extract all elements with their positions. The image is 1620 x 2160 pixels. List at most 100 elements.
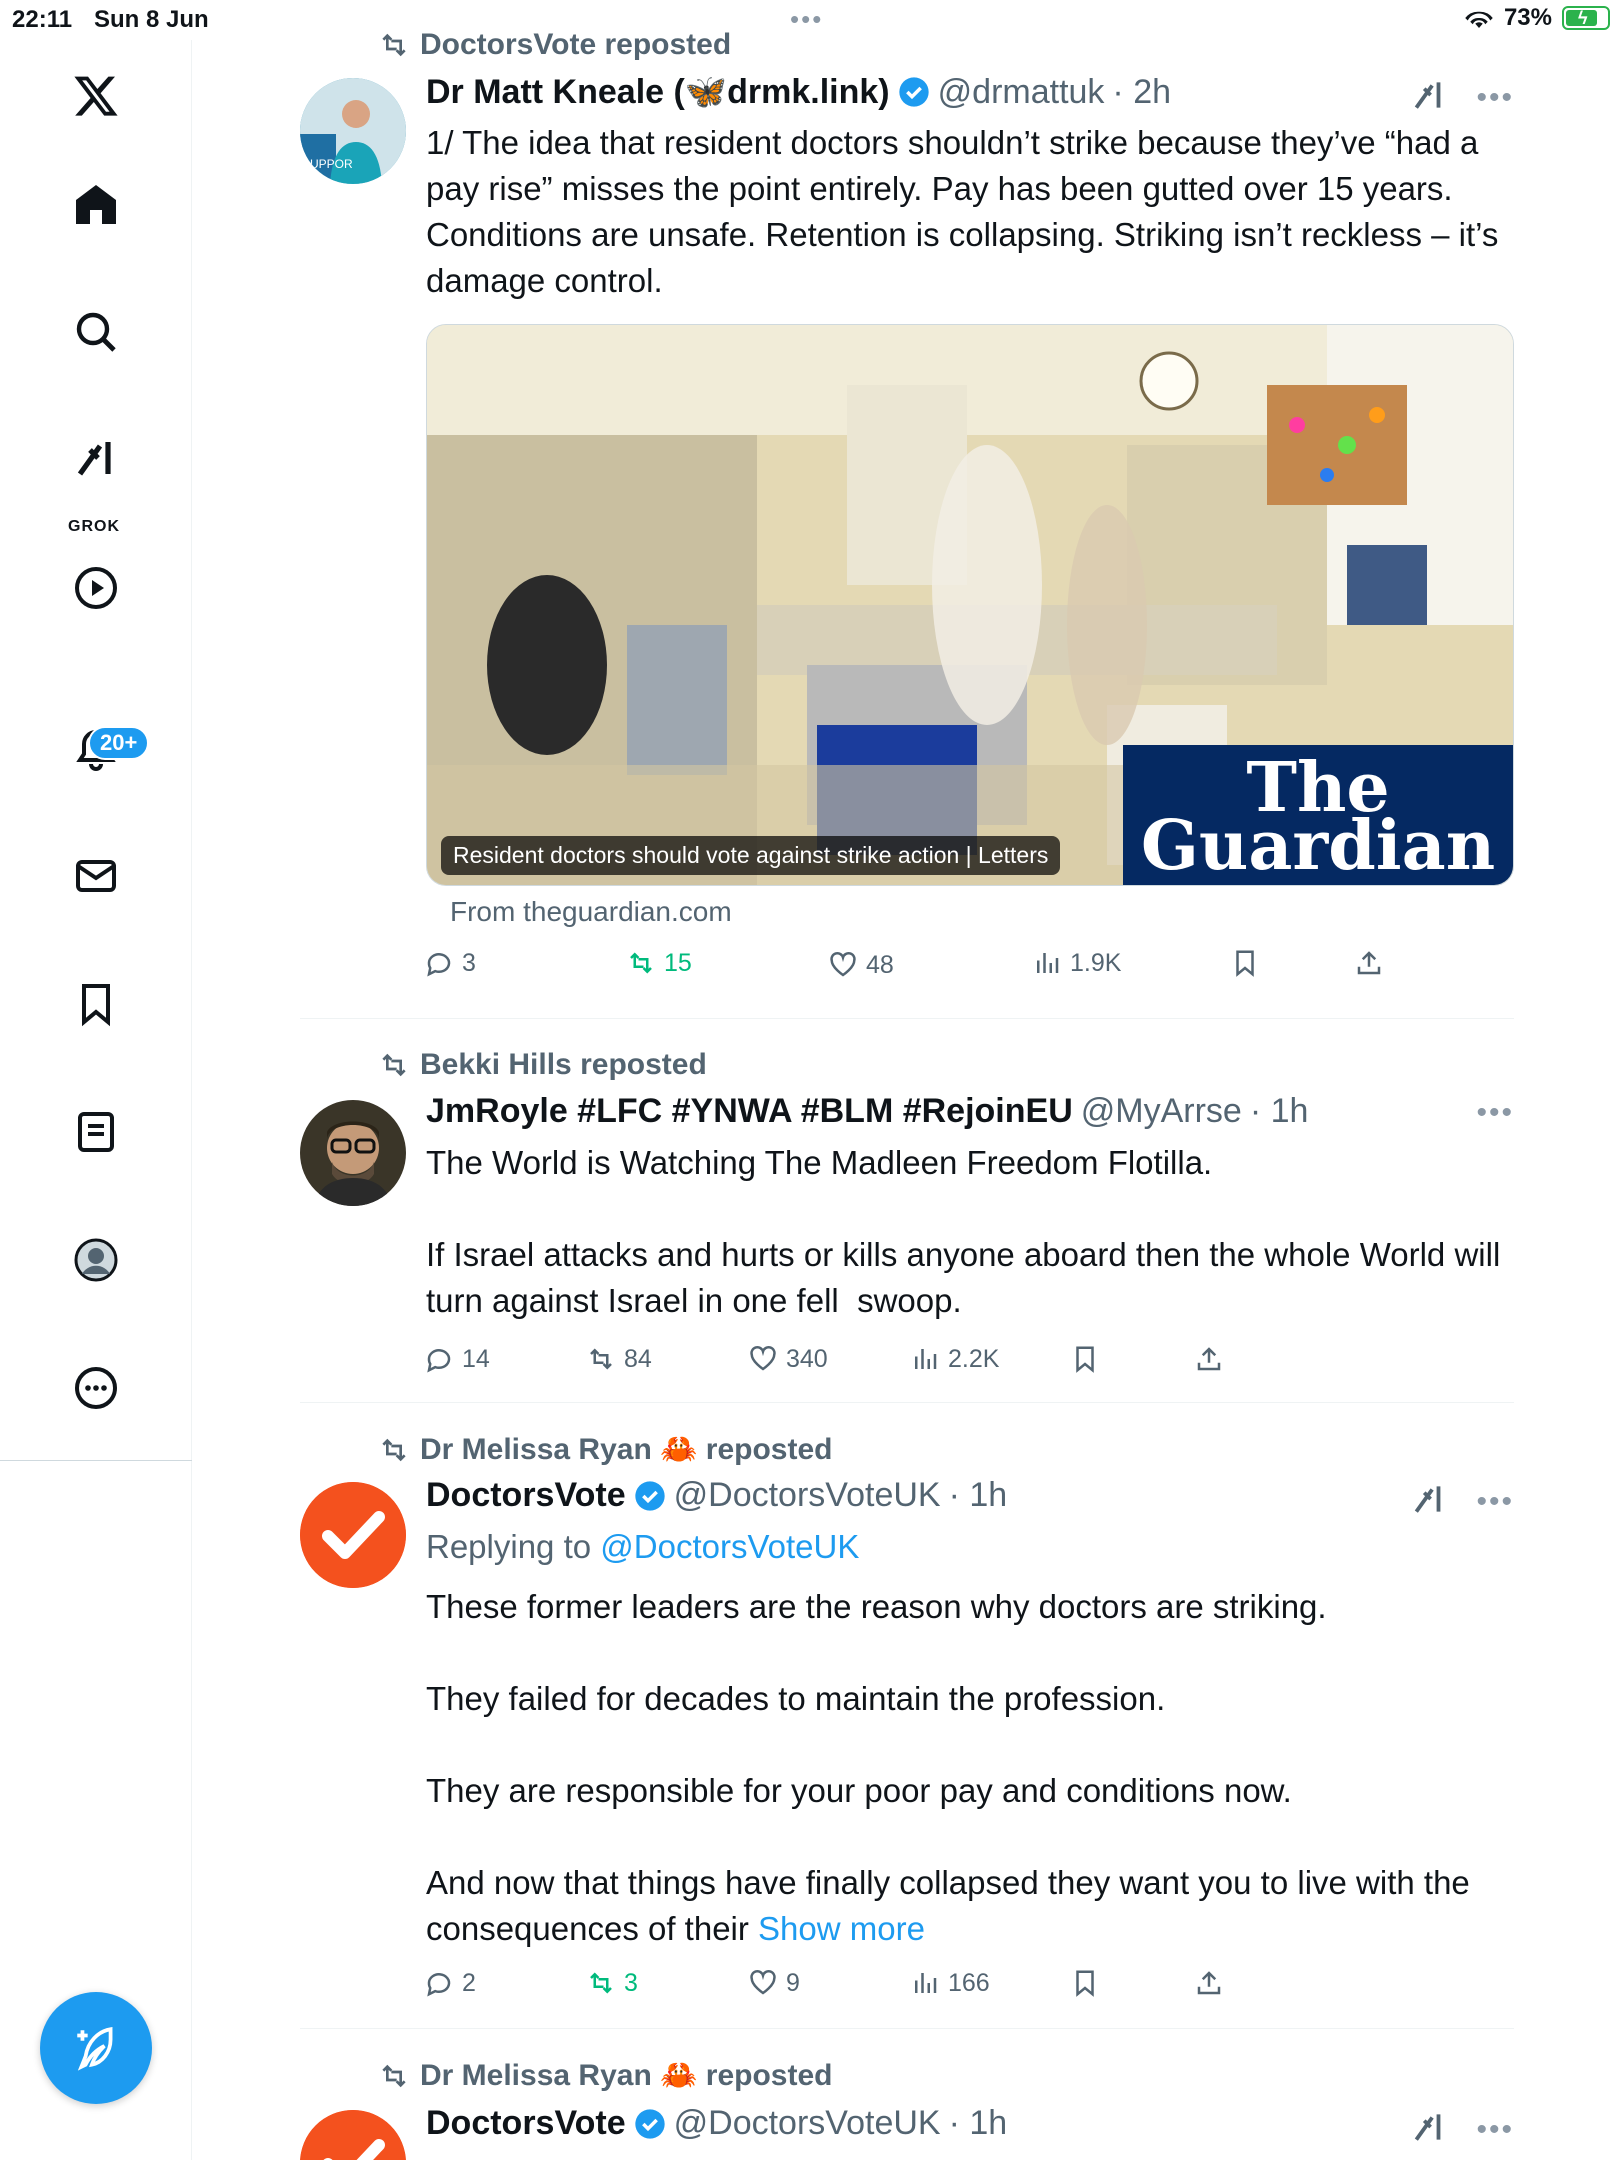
reply-button[interactable]: 14 <box>424 1344 490 1374</box>
like-button[interactable]: 9 <box>748 1968 800 1998</box>
card-caption: Resident doctors should vote against str… <box>441 836 1061 875</box>
views-icon <box>1037 953 1059 973</box>
reply-button[interactable]: 3 <box>424 948 476 978</box>
grok-icon[interactable] <box>64 426 128 490</box>
views-icon <box>915 1349 937 1369</box>
post-time[interactable]: · 1h <box>949 2104 1008 2143</box>
grok-explain-icon[interactable] <box>1410 1480 1448 1523</box>
repost-icon <box>590 1348 612 1370</box>
sidebar-divider <box>0 1460 192 1461</box>
views-icon <box>915 1973 937 1993</box>
grok-explain-icon[interactable] <box>1410 76 1448 119</box>
post-header: DoctorsVote @DoctorsVoteUK · 1h <box>426 1476 1007 1515</box>
messages-icon[interactable] <box>64 844 128 908</box>
views-button[interactable]: 2.2K <box>910 1344 999 1374</box>
views-button[interactable]: 166 <box>910 1968 990 1998</box>
status-time: 22:11 <box>12 6 73 33</box>
more-options-icon[interactable]: ••• <box>1476 1485 1514 1519</box>
bookmark-icon <box>1076 1346 1094 1373</box>
repost-count: 3 <box>624 1968 638 1997</box>
post-actions-top: ••• <box>1410 76 1514 119</box>
share-button[interactable] <box>1354 948 1384 978</box>
card-source[interactable]: From theguardian.com <box>450 896 732 928</box>
doctorsvote-logo-icon <box>300 2110 406 2160</box>
compose-feather-icon <box>77 2027 113 2071</box>
grok-explain-icon[interactable] <box>1410 2108 1448 2151</box>
replying-prefix: Replying to <box>426 1528 601 1565</box>
author-handle[interactable]: @MyArrse <box>1081 1092 1242 1131</box>
author-name[interactable]: Dr Matt Kneale (🦋drmk.link) <box>426 72 890 112</box>
author-name[interactable]: DoctorsVote <box>426 2104 626 2143</box>
home-icon[interactable] <box>64 172 128 236</box>
repost-icon <box>382 1053 406 1077</box>
reposted-by: Bekki Hills reposted <box>420 1048 707 1081</box>
repost-icon <box>382 33 406 57</box>
bookmark-button[interactable] <box>1230 948 1260 978</box>
like-button[interactable]: 48 <box>828 950 894 980</box>
author-name[interactable]: JmRoyle #LFC #YNWA #BLM #RejoinEU <box>426 1092 1073 1131</box>
post-text-body: These former leaders are the reason why … <box>426 1588 1470 1947</box>
grok-label: GROK <box>68 518 120 535</box>
notification-badge: 20+ <box>88 726 150 760</box>
video-icon[interactable] <box>64 556 128 620</box>
repost-icon <box>382 2064 406 2087</box>
reposted-by: DoctorsVote reposted <box>420 28 732 61</box>
post-time[interactable]: · 1h <box>1250 1092 1309 1131</box>
avatar[interactable] <box>300 1100 406 1206</box>
post-text: These former leaders are the reason why … <box>426 1584 1514 1952</box>
post-actions-top: ••• <box>1476 1096 1514 1130</box>
lists-icon[interactable] <box>64 1100 128 1164</box>
reposted-by: Dr Melissa Ryan 🦀 reposted <box>420 2059 833 2092</box>
search-icon[interactable] <box>64 300 128 364</box>
bookmarks-icon[interactable] <box>64 972 128 1036</box>
svg-text:SUPPOR: SUPPOR <box>302 157 353 171</box>
reply-icon <box>427 1973 451 1997</box>
reply-button[interactable]: 2 <box>424 1968 476 1998</box>
more-icon[interactable] <box>64 1356 128 1420</box>
share-icon <box>1197 1971 1221 1995</box>
like-button[interactable]: 340 <box>748 1344 828 1374</box>
post-divider <box>300 1018 1514 1019</box>
avatar[interactable]: SUPPOR <box>300 78 406 184</box>
avatar[interactable] <box>300 2110 406 2160</box>
repost-button[interactable]: 15 <box>626 948 692 978</box>
avatar[interactable] <box>300 1482 406 1588</box>
verified-badge-icon <box>634 1480 665 1511</box>
author-handle[interactable]: @DoctorsVoteUK <box>674 2104 941 2143</box>
author-handle[interactable]: @drmattuk <box>938 73 1105 112</box>
views-button[interactable]: 1.9K <box>1032 948 1121 978</box>
compose-post-button[interactable] <box>40 1992 152 2104</box>
repost-indicator: DoctorsVote reposted <box>378 28 731 62</box>
replying-handle-link[interactable]: @DoctorsVoteUK <box>600 1528 859 1565</box>
post-text: 1/ The idea that resident doctors should… <box>426 124 1508 299</box>
more-options-icon[interactable]: ••• <box>1476 2113 1514 2147</box>
profile-icon[interactable] <box>64 1228 128 1292</box>
author-handle[interactable]: @DoctorsVoteUK <box>674 1476 941 1515</box>
repost-count: 84 <box>624 1344 652 1373</box>
share-button[interactable] <box>1194 1344 1224 1374</box>
post-time[interactable]: · 1h <box>949 1476 1008 1515</box>
more-options-icon[interactable]: ••• <box>1476 1096 1514 1130</box>
bookmark-button[interactable] <box>1070 1344 1100 1374</box>
author-name[interactable]: DoctorsVote <box>426 1476 626 1515</box>
repost-indicator: Dr Melissa Ryan 🦀 reposted <box>378 2058 833 2093</box>
share-button[interactable] <box>1194 1968 1224 1998</box>
multitask-dots-icon[interactable]: ••• <box>790 4 823 35</box>
guardian-logo: The Guardian <box>1123 745 1513 885</box>
link-card[interactable]: The Guardian Resident doctors should vot… <box>426 324 1514 886</box>
bookmark-button[interactable] <box>1070 1968 1100 1998</box>
like-count: 48 <box>866 950 894 979</box>
more-options-icon[interactable]: ••• <box>1476 81 1514 115</box>
show-more-link[interactable]: Show more <box>758 1910 925 1947</box>
repost-button[interactable]: 3 <box>586 1968 638 1998</box>
share-icon <box>1357 951 1381 975</box>
post-time[interactable]: · 2h <box>1112 73 1171 112</box>
post-actions-top: ••• <box>1410 1480 1514 1523</box>
like-count: 9 <box>786 1968 800 1997</box>
repost-button[interactable]: 84 <box>586 1344 652 1374</box>
view-count: 1.9K <box>1070 948 1122 977</box>
reply-count: 3 <box>462 948 476 977</box>
x-logo-icon[interactable] <box>64 64 128 128</box>
reply-count: 14 <box>462 1344 490 1373</box>
post-header: DoctorsVote @DoctorsVoteUK · 1h <box>426 2104 1007 2143</box>
